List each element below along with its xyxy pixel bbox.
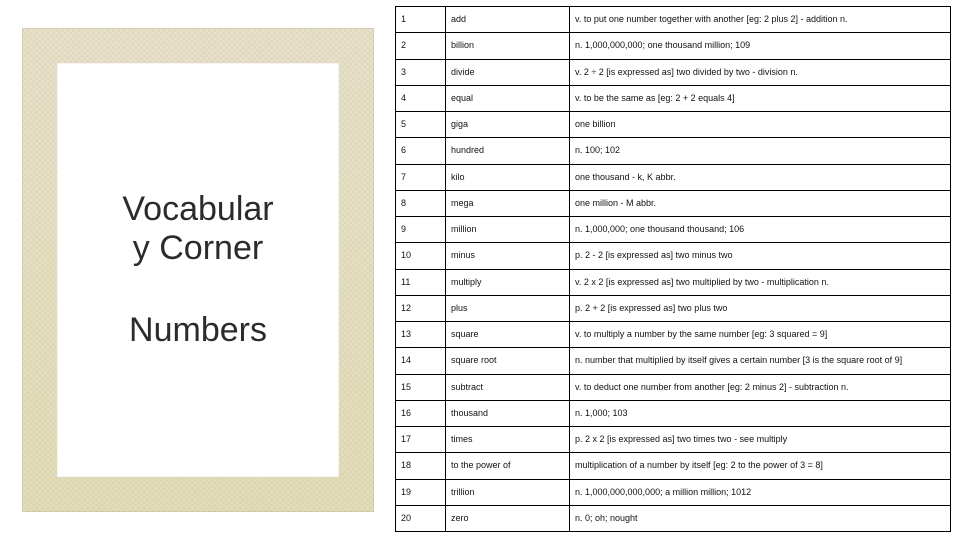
row-def: n. 1,000,000,000; one thousand million; …	[570, 33, 951, 59]
row-term: times	[446, 427, 570, 453]
row-index: 19	[396, 479, 446, 505]
table-row: 19trillionn. 1,000,000,000,000; a millio…	[396, 479, 951, 505]
row-term: kilo	[446, 164, 570, 190]
row-index: 20	[396, 505, 446, 531]
table-row: 5gigaone billion	[396, 112, 951, 138]
table-row: 4equalv. to be the same as [eg: 2 + 2 eq…	[396, 85, 951, 111]
row-index: 12	[396, 295, 446, 321]
row-term: plus	[446, 295, 570, 321]
left-panel: Vocabular y Corner Numbers	[0, 0, 395, 540]
table-row: 9millionn. 1,000,000; one thousand thous…	[396, 217, 951, 243]
title-line-2-text: y Corner	[133, 229, 263, 267]
table-row: 12plusp. 2 + 2 [is expressed as] two plu…	[396, 295, 951, 321]
row-def: n. 0; oh; nought	[570, 505, 951, 531]
table-row: 17timesp. 2 x 2 [is expressed as] two ti…	[396, 427, 951, 453]
row-def: v. to deduct one number from another [eg…	[570, 374, 951, 400]
table-row: 7kiloone thousand - k, K abbr.	[396, 164, 951, 190]
row-term: equal	[446, 85, 570, 111]
table-row: 11multiplyv. 2 x 2 [is expressed as] two…	[396, 269, 951, 295]
row-term: million	[446, 217, 570, 243]
row-term: giga	[446, 112, 570, 138]
row-def: n. 100; 102	[570, 138, 951, 164]
row-index: 13	[396, 322, 446, 348]
row-term: trillion	[446, 479, 570, 505]
row-index: 6	[396, 138, 446, 164]
row-term: square	[446, 322, 570, 348]
row-term: minus	[446, 243, 570, 269]
row-def: v. to put one number together with anoth…	[570, 7, 951, 33]
row-def: n. 1,000,000,000,000; a million million;…	[570, 479, 951, 505]
row-term: hundred	[446, 138, 570, 164]
row-def: n. 1,000,000; one thousand thousand; 106	[570, 217, 951, 243]
vocab-table: 1addv. to put one number together with a…	[395, 6, 951, 532]
row-term: zero	[446, 505, 570, 531]
table-row: 20zeron. 0; oh; nought	[396, 505, 951, 531]
row-index: 5	[396, 112, 446, 138]
row-def: multiplication of a number by itself [eg…	[570, 453, 951, 479]
row-index: 15	[396, 374, 446, 400]
row-index: 4	[396, 85, 446, 111]
row-index: 8	[396, 190, 446, 216]
row-def: one million - M abbr.	[570, 190, 951, 216]
textured-frame: Vocabular y Corner Numbers	[22, 28, 374, 512]
row-term: square root	[446, 348, 570, 374]
row-def: p. 2 - 2 [is expressed as] two minus two	[570, 243, 951, 269]
row-index: 10	[396, 243, 446, 269]
slide: Vocabular y Corner Numbers 1addv. to put…	[0, 0, 960, 540]
right-panel: 1addv. to put one number together with a…	[395, 0, 960, 540]
row-term: subtract	[446, 374, 570, 400]
row-term: multiply	[446, 269, 570, 295]
table-row: 13squarev. to multiply a number by the s…	[396, 322, 951, 348]
title-line-1: Vocabular y Corner	[122, 190, 273, 268]
row-term: mega	[446, 190, 570, 216]
table-row: 3dividev. 2 ÷ 2 [is expressed as] two di…	[396, 59, 951, 85]
table-row: 6hundredn. 100; 102	[396, 138, 951, 164]
row-def: n. 1,000; 103	[570, 400, 951, 426]
row-index: 3	[396, 59, 446, 85]
row-def: one thousand - k, K abbr.	[570, 164, 951, 190]
row-term: add	[446, 7, 570, 33]
row-index: 18	[396, 453, 446, 479]
title-line-1-text: Vocabular	[122, 190, 273, 228]
row-term: billion	[446, 33, 570, 59]
row-def: v. 2 ÷ 2 [is expressed as] two divided b…	[570, 59, 951, 85]
table-row: 2billionn. 1,000,000,000; one thousand m…	[396, 33, 951, 59]
row-index: 7	[396, 164, 446, 190]
row-def: p. 2 + 2 [is expressed as] two plus two	[570, 295, 951, 321]
subtitle: Numbers	[129, 311, 267, 350]
table-row: 1addv. to put one number together with a…	[396, 7, 951, 33]
title-card: Vocabular y Corner Numbers	[57, 63, 339, 477]
row-index: 1	[396, 7, 446, 33]
row-index: 11	[396, 269, 446, 295]
row-def: v. to multiply a number by the same numb…	[570, 322, 951, 348]
row-index: 14	[396, 348, 446, 374]
row-index: 16	[396, 400, 446, 426]
row-index: 17	[396, 427, 446, 453]
vocab-tbody: 1addv. to put one number together with a…	[396, 7, 951, 532]
table-row: 14square rootn. number that multiplied b…	[396, 348, 951, 374]
table-row: 15subtractv. to deduct one number from a…	[396, 374, 951, 400]
row-def: p. 2 x 2 [is expressed as] two times two…	[570, 427, 951, 453]
row-term: divide	[446, 59, 570, 85]
table-row: 8megaone million - M abbr.	[396, 190, 951, 216]
row-term: thousand	[446, 400, 570, 426]
table-row: 18to the power ofmultiplication of a num…	[396, 453, 951, 479]
row-def: v. to be the same as [eg: 2 + 2 equals 4…	[570, 85, 951, 111]
row-index: 9	[396, 217, 446, 243]
row-term: to the power of	[446, 453, 570, 479]
row-index: 2	[396, 33, 446, 59]
table-row: 16thousandn. 1,000; 103	[396, 400, 951, 426]
row-def: v. 2 x 2 [is expressed as] two multiplie…	[570, 269, 951, 295]
row-def: one billion	[570, 112, 951, 138]
table-row: 10minusp. 2 - 2 [is expressed as] two mi…	[396, 243, 951, 269]
row-def: n. number that multiplied by itself give…	[570, 348, 951, 374]
